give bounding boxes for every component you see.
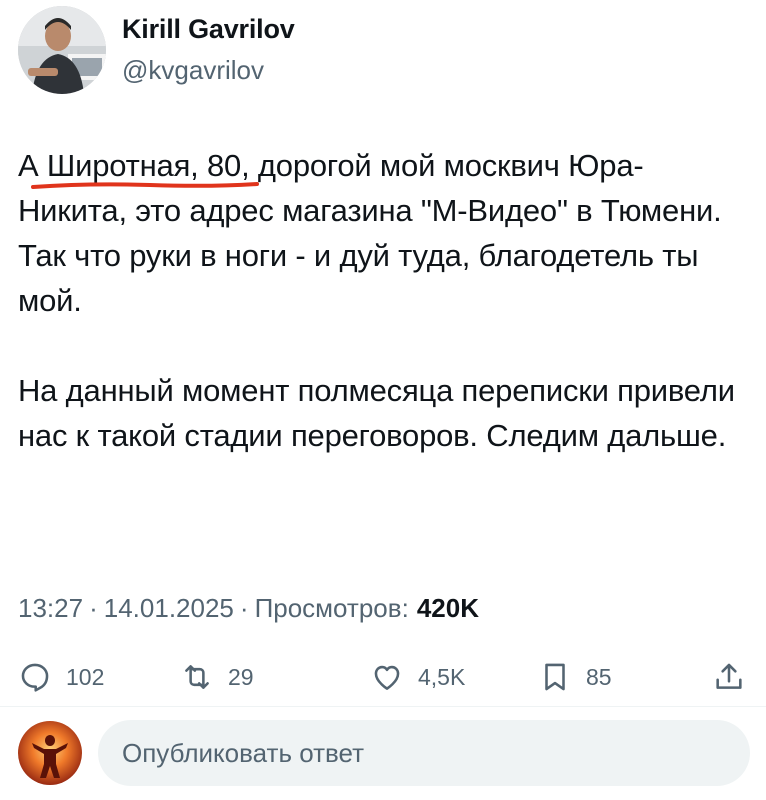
- tweet-time[interactable]: 13:27: [18, 593, 83, 624]
- meta-separator: ·: [89, 593, 98, 623]
- text-prefix: А: [18, 148, 47, 183]
- tweet-meta: 13:27 · 14.01.2025 · Просмотров: 420K: [18, 593, 479, 624]
- share-icon: [716, 663, 742, 689]
- reply-composer: Опубликовать ответ: [18, 716, 750, 790]
- author-handle[interactable]: @kvgavrilov: [122, 55, 295, 86]
- reply-input[interactable]: Опубликовать ответ: [98, 720, 750, 786]
- tweet-date[interactable]: 14.01.2025: [104, 593, 234, 624]
- author-name[interactable]: Kirill Gavrilov: [122, 14, 295, 45]
- bookmark-button[interactable]: 85: [538, 654, 612, 700]
- reply-button[interactable]: 102: [18, 654, 104, 700]
- tweet-header: Kirill Gavrilov @kvgavrilov: [18, 6, 295, 94]
- reply-count: 102: [66, 663, 105, 690]
- user-avatar[interactable]: [18, 721, 82, 785]
- like-count: 4,5K: [418, 663, 466, 690]
- views-label: Просмотров:: [254, 593, 409, 623]
- action-bar: 102 29 4,5K 85: [18, 654, 750, 700]
- tweet-text: А Широтная, 80, дорогой мой москвич Юра-…: [18, 143, 748, 458]
- author-avatar[interactable]: [18, 6, 106, 94]
- bookmark-count: 85: [586, 663, 612, 690]
- repost-button[interactable]: 29: [180, 654, 254, 700]
- repost-count: 29: [228, 663, 254, 690]
- author-photo-icon: [18, 6, 106, 94]
- heart-icon: [374, 665, 400, 690]
- like-button[interactable]: 4,5K: [370, 654, 465, 700]
- divider: [0, 706, 766, 707]
- tweet-paragraph-3: На данный момент полмесяца переписки при…: [18, 373, 735, 453]
- bookmark-icon: [545, 663, 565, 691]
- tweet-paragraph-2: Так что руки в ноги - и дуй туда, благод…: [18, 238, 699, 318]
- tweet-paragraph-1: А Широтная, 80, дорогой мой москвич Юра-…: [18, 143, 748, 233]
- user-avatar-icon: [18, 721, 82, 785]
- author-info: Kirill Gavrilov @kvgavrilov: [122, 14, 295, 86]
- meta-separator: ·: [239, 593, 249, 623]
- repost-icon: [185, 665, 209, 689]
- share-button[interactable]: [712, 654, 746, 700]
- reply-icon: [21, 663, 49, 692]
- address-highlight: Широтная, 80: [46, 148, 242, 183]
- views-count: 420K: [416, 593, 479, 623]
